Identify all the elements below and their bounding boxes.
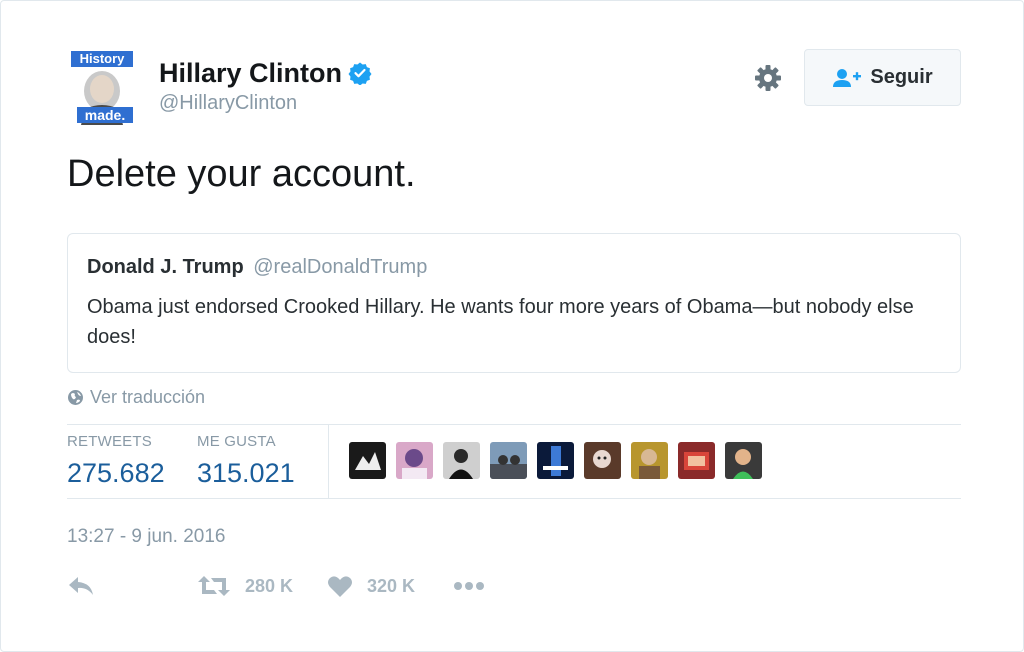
liker-avatar[interactable]: [631, 442, 668, 479]
quoted-tweet-header: Donald J. Trump @realDonaldTrump: [87, 254, 941, 280]
liker-avatar[interactable]: [349, 442, 386, 479]
user-fullname-row[interactable]: Hillary Clinton: [159, 57, 372, 89]
reply-icon: [69, 577, 93, 595]
heart-icon: [328, 576, 352, 597]
retweet-icon: [198, 576, 230, 596]
quoted-user-screenname: @realDonaldTrump: [253, 256, 428, 278]
more-button[interactable]: [453, 571, 485, 601]
retweet-count: 280 K: [245, 575, 294, 596]
liker-avatars: [349, 442, 762, 479]
tweet-text: Delete your account.: [67, 153, 416, 195]
stats-divider: [328, 425, 329, 499]
svg-text:History: History: [80, 51, 126, 66]
reply-button[interactable]: [67, 571, 95, 601]
translate-link[interactable]: Ver traducción: [67, 387, 205, 408]
liker-avatar[interactable]: [537, 442, 574, 479]
tweet-actions: 280 K 320 K: [67, 571, 567, 601]
more-dots-icon: [454, 582, 484, 590]
add-user-icon: [833, 68, 862, 87]
follow-label: Seguir: [870, 66, 933, 88]
retweet-button[interactable]: 280 K: [197, 571, 293, 601]
user-info: Hillary Clinton @HillaryClinton: [159, 57, 372, 115]
liker-avatar[interactable]: [725, 442, 762, 479]
liker-avatar[interactable]: [584, 442, 621, 479]
tweet-card: History made. Hillary Clinton @HillaryCl…: [0, 0, 1024, 652]
retweets-value: 275.682: [67, 458, 165, 488]
like-count: 320 K: [367, 575, 416, 596]
quoted-tweet[interactable]: Donald J. Trump @realDonaldTrump Obama j…: [67, 233, 961, 373]
liker-avatar[interactable]: [678, 442, 715, 479]
quoted-tweet-text: Obama just endorsed Crooked Hillary. He …: [87, 296, 914, 348]
gear-icon: [755, 65, 781, 91]
likes-stat[interactable]: ME GUSTA 315.021: [197, 433, 295, 491]
avatar[interactable]: History made.: [67, 49, 137, 125]
retweets-stat[interactable]: RETWEETS 275.682: [67, 433, 165, 491]
retweets-label: RETWEETS: [67, 433, 152, 450]
tweet-timestamp[interactable]: 13:27 - 9 jun. 2016: [67, 525, 225, 549]
translate-label: Ver traducción: [90, 387, 206, 407]
settings-button[interactable]: [751, 61, 785, 95]
follow-button[interactable]: Seguir: [804, 49, 961, 106]
user-screenname[interactable]: @HillaryClinton: [159, 91, 372, 115]
likes-label: ME GUSTA: [197, 433, 276, 450]
divider-bottom: [67, 498, 961, 499]
like-button[interactable]: 320 K: [327, 571, 415, 601]
liker-avatar[interactable]: [396, 442, 433, 479]
likes-value: 315.021: [197, 458, 295, 488]
globe-icon: [68, 390, 83, 405]
divider-top: [67, 424, 961, 425]
user-fullname[interactable]: Hillary Clinton: [159, 57, 342, 89]
svg-text:made.: made.: [85, 107, 125, 123]
quoted-user-name: Donald J. Trump: [87, 256, 244, 278]
liker-avatar[interactable]: [490, 442, 527, 479]
liker-avatar[interactable]: [443, 442, 480, 479]
verified-badge-icon: [348, 62, 372, 85]
